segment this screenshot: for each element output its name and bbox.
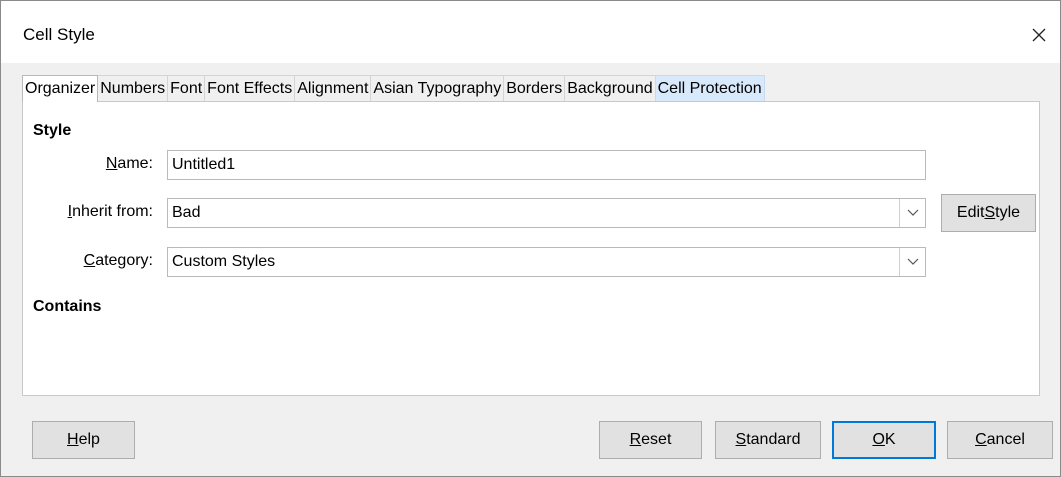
- category-label-text: ategory:: [95, 252, 153, 269]
- chevron-down-icon: [907, 258, 918, 265]
- cancel-rest: ancel: [986, 431, 1025, 448]
- standard-rest: tandard: [746, 431, 801, 448]
- edit-style-mnemonic: S: [984, 204, 996, 221]
- tab-font-effects[interactable]: Font Effects: [204, 75, 296, 102]
- contains-heading: Contains: [33, 298, 102, 315]
- name-label-mnemonic: N: [105, 155, 118, 172]
- tab-font[interactable]: Font: [167, 75, 206, 102]
- inherit-label-text: nherit from:: [72, 203, 153, 220]
- tab-numbers[interactable]: Numbers: [97, 75, 169, 102]
- category-value: Custom Styles: [172, 253, 276, 270]
- cell-style-dialog: Cell Style Organizer Numbers Font Font E…: [0, 0, 1061, 477]
- inherit-from-label: Inherit from:: [23, 203, 153, 221]
- reset-mnemonic: R: [629, 431, 642, 448]
- help-mnemonic: H: [67, 431, 79, 448]
- inherit-dropdown-button[interactable]: [899, 199, 925, 227]
- tab-cell-protection[interactable]: Cell Protection: [654, 75, 765, 102]
- help-button[interactable]: Help: [32, 421, 135, 459]
- edit-style-button[interactable]: Edit Style: [941, 194, 1036, 232]
- name-label-text: ame:: [117, 155, 153, 172]
- title-bar: Cell Style: [1, 1, 1060, 63]
- name-input[interactable]: Untitled1: [167, 150, 926, 180]
- close-icon: [1032, 28, 1046, 42]
- tab-alignment[interactable]: Alignment: [294, 75, 372, 102]
- help-rest: elp: [78, 431, 100, 448]
- reset-rest: eset: [641, 431, 672, 448]
- standard-button[interactable]: Standard: [715, 421, 821, 459]
- category-label-mnemonic: C: [83, 252, 96, 269]
- edit-style-pre: Edit: [956, 204, 985, 221]
- cancel-mnemonic: C: [975, 431, 987, 448]
- standard-mnemonic: S: [735, 431, 747, 448]
- tab-background[interactable]: Background: [564, 75, 656, 102]
- tab-borders[interactable]: Borders: [503, 75, 566, 102]
- tab-organizer[interactable]: Organizer: [22, 75, 99, 102]
- name-label: Name:: [23, 155, 153, 173]
- category-select[interactable]: Custom Styles: [167, 247, 926, 277]
- category-dropdown-button[interactable]: [899, 248, 925, 276]
- tab-bar: Organizer Numbers Font Font Effects Alig…: [22, 75, 765, 102]
- category-label: Category:: [23, 252, 153, 270]
- reset-button[interactable]: Reset: [599, 421, 702, 459]
- chevron-down-icon: [907, 209, 918, 216]
- ok-mnemonic: O: [872, 431, 885, 448]
- close-button[interactable]: [1018, 13, 1060, 57]
- style-heading: Style: [33, 122, 72, 139]
- dialog-title: Cell Style: [23, 25, 95, 44]
- ok-rest: K: [884, 431, 896, 448]
- cancel-button[interactable]: Cancel: [947, 421, 1053, 459]
- inherit-from-select[interactable]: Bad: [167, 198, 926, 228]
- edit-style-rest: tyle: [995, 204, 1021, 221]
- inherit-from-value: Bad: [172, 204, 201, 221]
- ok-button[interactable]: OK: [832, 421, 936, 459]
- tab-asian-typography[interactable]: Asian Typography: [370, 75, 505, 102]
- organizer-panel: Style Name: Untitled1 Inherit from: Bad …: [22, 101, 1040, 396]
